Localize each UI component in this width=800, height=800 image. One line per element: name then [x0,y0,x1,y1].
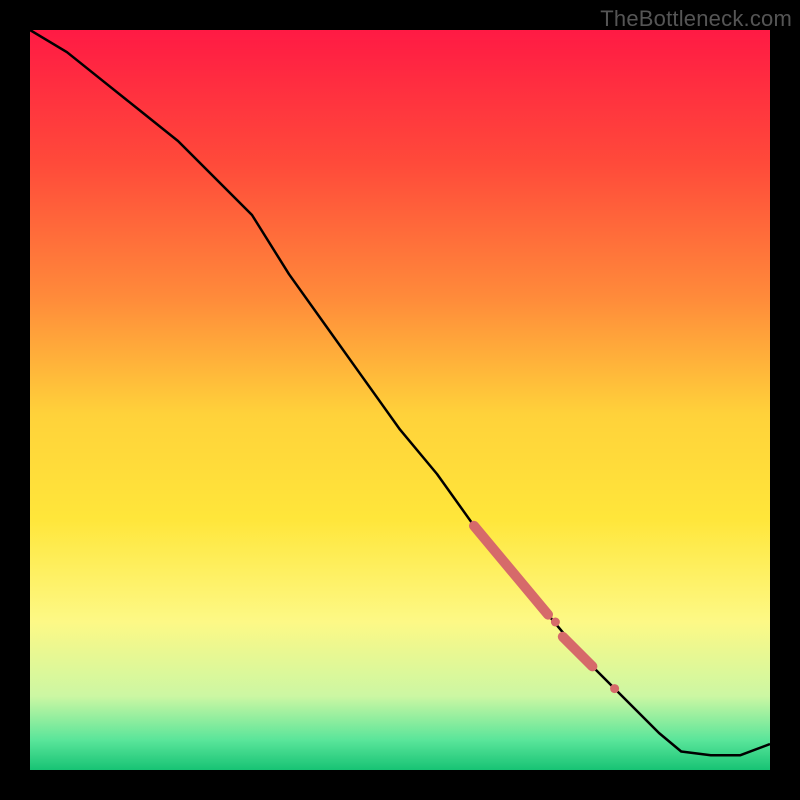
watermark-text: TheBottleneck.com [600,6,792,32]
bottleneck-curve [30,30,770,755]
highlight-dot [610,684,619,693]
highlight-dot [551,618,560,627]
plot-area [30,30,770,770]
chart-curve-layer [30,30,770,770]
highlight-segment [563,637,593,667]
highlight-segment [474,526,548,615]
chart-frame: TheBottleneck.com [0,0,800,800]
